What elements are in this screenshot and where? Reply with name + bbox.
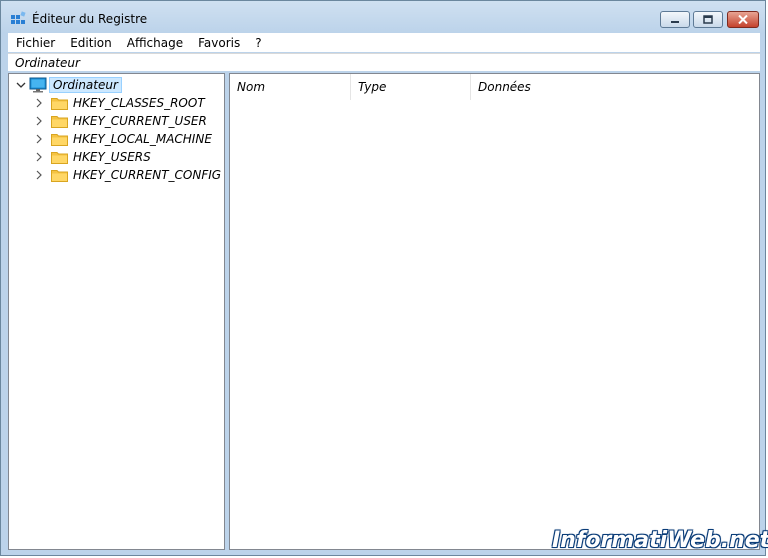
tree-item-label[interactable]: HKEY_CURRENT_USER (73, 114, 207, 128)
maximize-button[interactable] (693, 11, 723, 28)
folder-icon (51, 97, 68, 110)
tree-item[interactable]: HKEY_CURRENT_USER (33, 112, 207, 130)
chevron-right-icon[interactable] (33, 151, 45, 163)
registry-editor-window: Éditeur du Registre Fichier Edition Affi… (0, 0, 766, 556)
window-title: Éditeur du Registre (32, 12, 148, 26)
tree-item-label[interactable]: HKEY_CLASSES_ROOT (73, 96, 205, 110)
menu-fichier[interactable]: Fichier (8, 36, 62, 50)
computer-icon (29, 77, 47, 93)
folder-icon (51, 169, 68, 182)
menu-favoris[interactable]: Favoris (190, 36, 247, 50)
column-header-type[interactable]: Type (351, 74, 471, 100)
registry-editor-icon (11, 11, 26, 24)
key-tree-pane[interactable]: Ordinateur HKEY_CLASSES_ROOT HKEY_CURREN… (8, 73, 225, 550)
column-header-data[interactable]: Données (471, 74, 759, 100)
address-bar[interactable]: Ordinateur (8, 53, 760, 71)
tree-root[interactable]: Ordinateur (15, 76, 122, 94)
chevron-right-icon[interactable] (33, 169, 45, 181)
tree-root-label[interactable]: Ordinateur (49, 77, 122, 93)
close-icon (738, 15, 748, 24)
chevron-down-icon[interactable] (15, 79, 27, 91)
chevron-right-icon[interactable] (33, 97, 45, 109)
tree-item[interactable]: HKEY_CURRENT_CONFIG (33, 166, 221, 184)
close-button[interactable] (727, 11, 759, 28)
watermark-text: InformatiWeb.net (552, 527, 768, 553)
chevron-right-icon[interactable] (33, 115, 45, 127)
tree-item-label[interactable]: HKEY_USERS (73, 150, 151, 164)
minimize-button[interactable] (660, 11, 690, 28)
watermark: InformatiWeb.net (552, 526, 768, 554)
menu-affichage[interactable]: Affichage (119, 36, 190, 50)
folder-icon (51, 133, 68, 146)
menu-bar: Fichier Edition Affichage Favoris ? (8, 33, 760, 52)
menu-edition[interactable]: Edition (62, 36, 119, 50)
folder-icon (51, 151, 68, 164)
tree-item-label[interactable]: HKEY_CURRENT_CONFIG (73, 168, 221, 182)
maximize-icon (703, 15, 713, 24)
tree-item[interactable]: HKEY_USERS (33, 148, 151, 166)
chevron-right-icon[interactable] (33, 133, 45, 145)
address-path[interactable]: Ordinateur (15, 56, 80, 70)
values-list-pane[interactable]: Nom Type Données (229, 73, 760, 550)
tree-item-label[interactable]: HKEY_LOCAL_MACHINE (73, 132, 212, 146)
tree-item[interactable]: HKEY_CLASSES_ROOT (33, 94, 205, 112)
title-bar[interactable]: Éditeur du Registre (1, 1, 765, 33)
menu-help[interactable]: ? (247, 36, 268, 50)
tree-item[interactable]: HKEY_LOCAL_MACHINE (33, 130, 212, 148)
minimize-icon (671, 20, 679, 23)
column-header-name[interactable]: Nom (230, 74, 351, 100)
folder-icon (51, 115, 68, 128)
